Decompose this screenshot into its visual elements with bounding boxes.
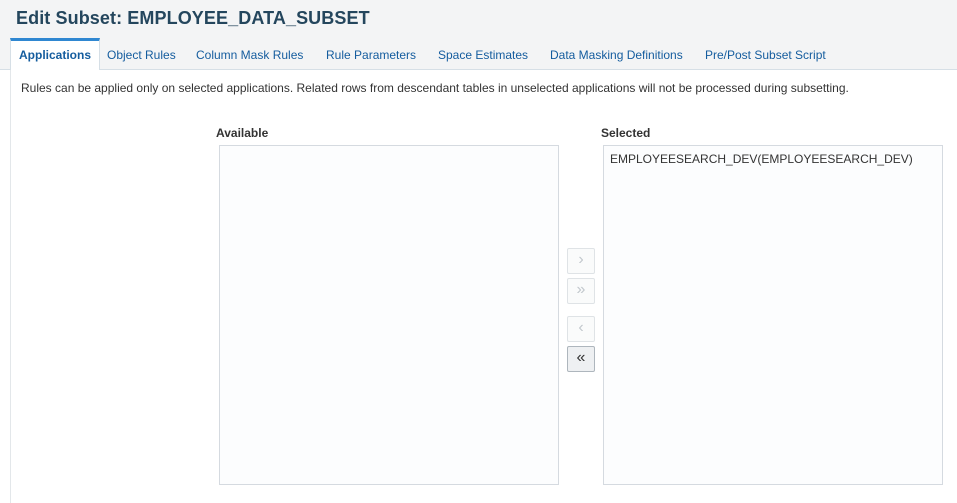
list-item[interactable]: EMPLOYEESEARCH_DEV(EMPLOYEESEARCH_DEV)	[610, 152, 936, 166]
tab-applications[interactable]: Applications	[10, 38, 101, 71]
remove-selected-button[interactable]: ‹	[567, 316, 595, 342]
page-title: Edit Subset: EMPLOYEE_DATA_SUBSET	[16, 8, 370, 28]
tab-pre-post-subset-script[interactable]: Pre/Post Subset Script	[705, 38, 826, 70]
applications-panel: Rules can be applied only on selected ap…	[10, 70, 957, 503]
tab-data-masking-definitions[interactable]: Data Masking Definitions	[550, 38, 683, 70]
tab-rule-parameters[interactable]: Rule Parameters	[326, 38, 416, 70]
available-label: Available	[216, 126, 269, 140]
tab-object-rules[interactable]: Object Rules	[107, 38, 176, 70]
tab-space-estimates[interactable]: Space Estimates	[438, 38, 528, 70]
move-all-button[interactable]: »	[567, 278, 595, 304]
tab-column-mask-rules[interactable]: Column Mask Rules	[196, 38, 303, 70]
selected-label: Selected	[601, 126, 651, 140]
selected-list[interactable]: EMPLOYEESEARCH_DEV(EMPLOYEESEARCH_DEV)	[603, 145, 943, 485]
remove-all-button[interactable]: «	[567, 346, 595, 372]
tab-bar: Applications Object Rules Column Mask Ru…	[0, 38, 957, 71]
header-bar: Edit Subset: EMPLOYEE_DATA_SUBSET	[0, 0, 957, 38]
instruction-text: Rules can be applied only on selected ap…	[21, 81, 849, 95]
available-list[interactable]	[219, 145, 559, 485]
move-selected-button[interactable]: ›	[567, 248, 595, 274]
